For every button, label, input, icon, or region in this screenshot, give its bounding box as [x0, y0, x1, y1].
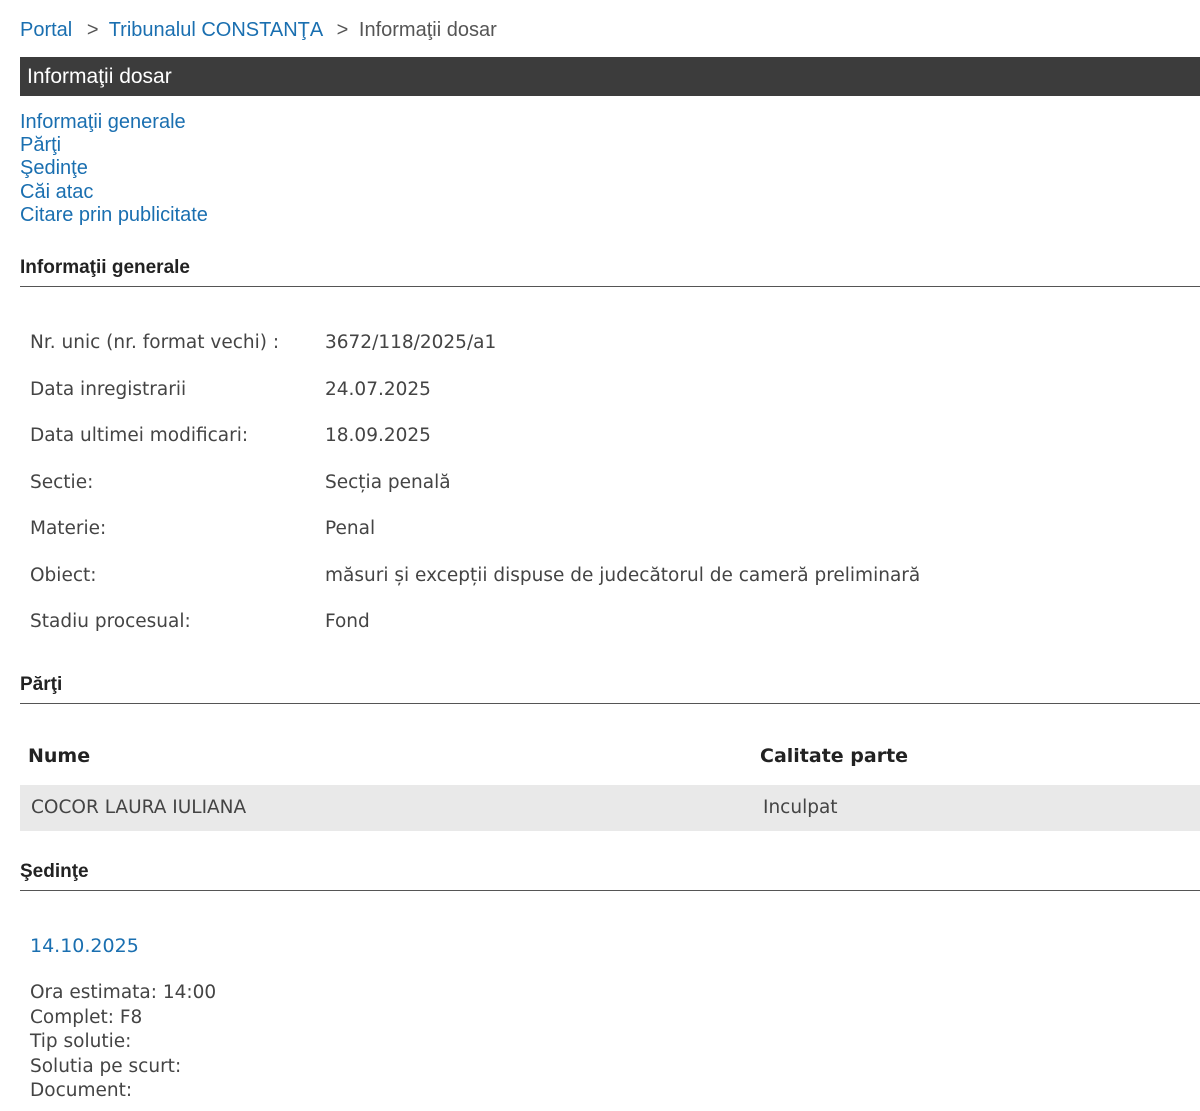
case-info-page: Portal > Tribunalul CONSTANŢA > Informaţ… [0, 0, 1200, 1111]
breadcrumb-link-court[interactable]: Tribunalul CONSTANŢA [109, 19, 322, 41]
info-label: Sectie: [30, 472, 94, 493]
info-label: Nr. unic (nr. format vechi) : [30, 332, 280, 353]
session-details: Ora estimata: 14:00 Complet: F8 Tip solu… [30, 981, 216, 1104]
section-heading-sessions: Şedinţe [20, 861, 1200, 891]
table-row: COCOR LAURA IULIANA Inculpat [20, 785, 1200, 831]
info-value: 24.07.2025 [325, 379, 431, 400]
page-title: Informaţii dosar [20, 57, 1200, 96]
breadcrumb-current: Informaţii dosar [358, 19, 497, 41]
info-value: Penal [325, 518, 376, 539]
anchor-link-general-info[interactable]: Informaţii generale [20, 111, 208, 134]
info-label: Data ultimei modificari: [30, 425, 249, 446]
session-panel: Complet: F8 [30, 1006, 143, 1028]
info-value: 18.09.2025 [325, 425, 431, 446]
party-name: COCOR LAURA IULIANA [31, 797, 247, 818]
breadcrumb: Portal > Tribunalul CONSTANŢA > Informaţ… [20, 17, 497, 43]
breadcrumb-separator: > [336, 19, 349, 41]
info-value: măsuri și excepții dispuse de judecătoru… [325, 565, 921, 586]
info-label: Data inregistrarii [30, 379, 187, 400]
info-label: Stadiu procesual: [30, 611, 191, 632]
section-heading-general-info: Informaţii generale [20, 257, 1200, 287]
anchor-link-public-summons[interactable]: Citare prin publicitate [20, 204, 208, 227]
anchor-link-appeals[interactable]: Căi atac [20, 181, 208, 204]
anchor-link-sessions[interactable]: Şedinţe [20, 157, 208, 180]
session-solution-type: Tip solutie: [30, 1031, 132, 1053]
info-label: Materie: [30, 518, 107, 539]
section-heading-parties: Părţi [20, 674, 1200, 704]
info-label: Obiect: [30, 565, 97, 586]
info-value: Fond [325, 611, 370, 632]
info-value: Secția penală [325, 472, 451, 493]
party-role: Inculpat [763, 797, 838, 818]
session-estimated-time: Ora estimata: 14:00 [30, 982, 217, 1003]
breadcrumb-separator: > [86, 19, 99, 41]
anchor-link-parties[interactable]: Părţi [20, 134, 208, 157]
section-anchor-nav: Informaţii generale Părţi Şedinţe Căi at… [20, 111, 208, 227]
column-header-name: Nume [28, 745, 91, 767]
session-solution-summary: Solutia pe scurt: [30, 1055, 182, 1077]
breadcrumb-link-portal[interactable]: Portal [20, 19, 72, 41]
parties-table-header: Nume Calitate parte [20, 745, 1200, 775]
info-value: 3672/118/2025/a1 [325, 332, 497, 353]
session-date: 14.10.2025 [30, 935, 139, 957]
session-document: Document: [30, 1080, 133, 1102]
column-header-party-role: Calitate parte [760, 745, 909, 767]
